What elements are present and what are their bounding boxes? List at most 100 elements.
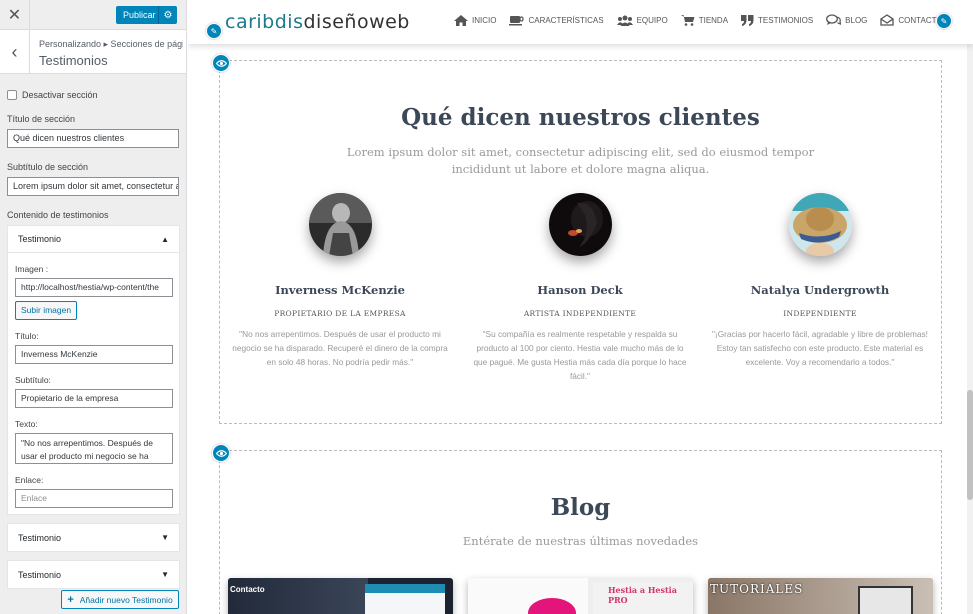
add-testimonial-label: Añadir nuevo Testimonio <box>79 594 173 605</box>
blog-subtitle: Entérate de nuestras últimas novedades <box>462 534 699 548</box>
avatar <box>788 193 852 256</box>
menu-item-contacto[interactable]: CONTACTO <box>880 14 943 26</box>
testimonials-subtitle-line2: incididunt ut labore et dolore magna ali… <box>451 162 710 176</box>
edit-pencil-icon[interactable]: ✎ <box>206 23 222 39</box>
upload-image-button[interactable]: Subir imagen <box>15 301 78 320</box>
blog-card-caption: Contacto <box>230 585 265 594</box>
testimonial-name: Natalya Undergrowth <box>750 283 890 297</box>
users-icon <box>616 15 633 26</box>
home-icon <box>454 14 468 26</box>
breadcrumb-bar: ‹ Personalizando ▸ Secciones de pági... … <box>0 30 186 74</box>
disable-section-row[interactable]: Desactivar sección <box>7 90 179 100</box>
testimonial-item-title: Testimonio <box>18 234 62 244</box>
subtitle-input[interactable]: Propietario de la empresa <box>15 389 173 408</box>
testimonials-subtitle-line1: Lorem ipsum dolor sit amet, consectetur … <box>346 145 815 159</box>
eye-icon[interactable] <box>212 444 230 462</box>
arrow-down-icon[interactable]: ▼ <box>161 570 169 579</box>
breadcrumb: Personalizando ▸ Secciones de pági... <box>39 39 183 49</box>
arrow-down-icon[interactable]: ▼ <box>161 533 169 542</box>
testimonials-title: Qué dicen nuestros clientes <box>401 104 760 131</box>
logo-part-a: caribdis <box>225 11 304 33</box>
testimonial-text: "Su compañía es realmente respetable y r… <box>473 329 687 381</box>
menu-item-blog[interactable]: BLOG <box>826 14 867 26</box>
menu-label: TESTIMONIOS <box>758 15 814 25</box>
arrow-up-icon[interactable]: ▲ <box>161 235 169 244</box>
testimonial-text: "No nos arrepentimos. Después de usar el… <box>232 329 448 367</box>
eye-icon[interactable] <box>212 54 230 72</box>
testimonial-item-expanded: Testimonio ▲ Imagen : http://localhost/h… <box>7 225 180 515</box>
panel-header: ✕ Publicar ⚙ <box>0 0 186 30</box>
site-navbar: caribdisdiseñoweb ✎ INICIO CARACTERÍSTIC… <box>188 0 973 44</box>
testimonial-item-header[interactable]: Testimonio ▲ <box>8 226 179 253</box>
preview-scrollbar-thumb[interactable] <box>967 390 973 500</box>
menu-item-inicio[interactable]: INICIO <box>454 14 496 26</box>
image-url-input[interactable]: http://localhost/hestia/wp-content/the <box>15 278 173 297</box>
link-label: Enlace: <box>15 475 44 485</box>
testimonials-content-label: Contenido de testimonios <box>7 210 109 220</box>
subtitle-label: Subtítulo: <box>15 375 51 385</box>
image-label: Imagen : <box>15 264 49 274</box>
testimonial-item-header[interactable]: Testimonio ▼ <box>8 524 179 551</box>
blog-card-caption: TUTORIALES <box>710 582 804 596</box>
blog-card[interactable]: TUTORIALES <box>708 578 933 614</box>
menu-item-equipo[interactable]: EQUIPO <box>616 14 668 26</box>
testimonial-text: "¡Gracias por hacerlo fácil, agradable y… <box>711 329 928 367</box>
menu-label: INICIO <box>472 15 497 25</box>
menu-label: EQUIPO <box>636 15 668 25</box>
edit-pencil-icon[interactable]: ✎ <box>936 13 952 29</box>
cart-icon <box>680 15 695 26</box>
comments-icon <box>826 14 842 25</box>
testimonial-item-title: Testimonio <box>18 532 62 543</box>
blog-card[interactable]: Hestia a Hestia PRO <box>468 578 693 614</box>
section-title-input[interactable]: Qué dicen nuestros clientes <box>7 129 179 148</box>
coffee-icon <box>509 15 525 25</box>
preview-scrollbar[interactable] <box>967 44 973 614</box>
add-testimonial-button[interactable]: + Añadir nuevo Testimonio <box>61 590 179 609</box>
panel-body: Desactivar sección Título de sección Qué… <box>0 90 186 589</box>
customizer-panel: ✕ Publicar ⚙ ‹ Personalizando ▸ Seccione… <box>0 0 187 614</box>
gear-icon[interactable]: ⚙ <box>158 6 177 24</box>
testimonial-item-collapsed[interactable]: Testimonio ▼ <box>7 523 180 552</box>
site-preview: caribdisdiseñoweb ✎ INICIO CARACTERÍSTIC… <box>188 0 973 614</box>
close-icon[interactable]: ✕ <box>0 0 30 30</box>
testimonial-role: ARTISTA INDEPENDIENTE <box>523 309 637 318</box>
testimonial-role: INDEPENDIENTE <box>783 309 857 318</box>
title-input[interactable]: Inverness McKenzie <box>15 345 173 364</box>
envelope-icon <box>880 14 895 26</box>
blog-card-caption: Hestia a Hestia PRO <box>608 585 677 605</box>
publish-label: Publicar <box>123 10 156 20</box>
blog-card[interactable]: Contacto <box>228 578 453 614</box>
avatar <box>308 193 372 256</box>
testimonial-name: Inverness McKenzie <box>275 283 405 297</box>
text-textarea[interactable]: "No nos arrepentimos. Después de usar el… <box>15 433 173 464</box>
section-subtitle-label: Subtítulo de sección <box>7 162 89 172</box>
testimonial-role: PROPIETARIO DE LA EMPRESA <box>274 309 406 318</box>
link-input[interactable]: Enlace <box>15 489 173 508</box>
menu-label: BLOG <box>845 15 868 25</box>
back-arrow-icon[interactable]: ‹ <box>0 30 30 74</box>
testimonial-card: Hanson Deck ARTISTA INDEPENDIENTE "Su co… <box>465 193 695 383</box>
main-menu: INICIO CARACTERÍSTICAS EQUIPO TIENDA TES… <box>454 14 943 26</box>
testimonial-item-collapsed[interactable]: Testimonio ▼ <box>7 560 180 589</box>
section-subtitle-input[interactable]: Lorem ipsum dolor sit amet, consectetur … <box>7 177 179 196</box>
testimonial-name: Hanson Deck <box>537 283 623 297</box>
blog-title: Blog <box>550 494 611 521</box>
publish-button[interactable]: Publicar ⚙ <box>116 6 177 24</box>
logo-part-b: diseñoweb <box>303 11 410 33</box>
testimonial-card: Inverness McKenzie PROPIETARIO DE LA EMP… <box>225 193 455 369</box>
plus-icon: + <box>67 593 74 606</box>
text-label: Texto: <box>15 419 38 429</box>
menu-item-caracteristicas[interactable]: CARACTERÍSTICAS <box>509 14 604 26</box>
disable-section-label: Desactivar sección <box>22 90 98 100</box>
menu-item-tienda[interactable]: TIENDA <box>680 14 729 26</box>
title-label: Título: <box>15 331 39 341</box>
panel-title: Testimonios <box>39 53 108 68</box>
menu-item-testimonios[interactable]: TESTIMONIOS <box>741 14 813 26</box>
testimonial-item-title: Testimonio <box>18 569 62 580</box>
site-logo[interactable]: caribdisdiseñoweb <box>225 11 410 33</box>
testimonial-item-header[interactable]: Testimonio ▼ <box>8 561 179 588</box>
avatar <box>548 193 612 256</box>
menu-label: TIENDA <box>698 15 729 25</box>
section-title-label: Título de sección <box>7 114 76 124</box>
disable-section-checkbox[interactable] <box>7 90 17 100</box>
